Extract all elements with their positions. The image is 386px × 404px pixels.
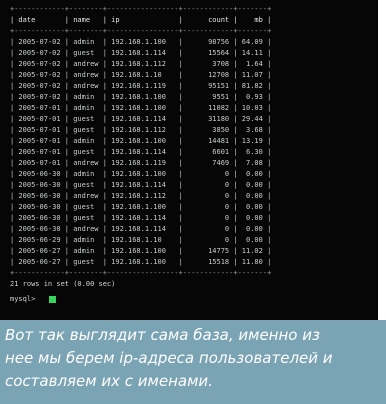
table-header-row: | date | name | ip | count | mb | <box>10 16 272 24</box>
table-row: | 2005-07-02 | guest | 192.168.1.114 | 1… <box>10 49 272 57</box>
table-row: | 2005-07-02 | admin | 192.168.1.100 | 9… <box>10 38 272 46</box>
table-ruler-bottom: +------------+--------+-----------------… <box>10 269 272 277</box>
caption-line: составляем их с именами. <box>5 372 213 390</box>
table-ruler-top: +------------+--------+-----------------… <box>10 5 272 13</box>
table-row: | 2005-06-29 | admin | 192.168.1.10 | 0 … <box>10 236 272 244</box>
terminal-window[interactable]: +------------+--------+-----------------… <box>0 0 378 320</box>
table-row: | 2005-07-02 | andrew | 192.168.1.112 | … <box>10 60 272 68</box>
cursor-icon <box>49 296 57 303</box>
table-row: | 2005-07-01 | guest | 192.168.1.114 | 6… <box>10 148 272 156</box>
table-row: | 2005-07-01 | guest | 192.168.1.114 | 3… <box>10 115 272 123</box>
page: +------------+--------+-----------------… <box>0 0 386 404</box>
table-row: | 2005-06-30 | andrew | 192.168.1.114 | … <box>10 225 272 233</box>
table-row: | 2005-07-02 | admin | 192.168.1.100 | 9… <box>10 93 272 101</box>
table-ruler-mid: +------------+--------+-----------------… <box>10 27 272 35</box>
table-row: | 2005-07-01 | guest | 192.168.1.112 | 3… <box>10 126 272 134</box>
command-prompt[interactable]: mysql> <box>10 294 370 305</box>
table-row: | 2005-06-30 | andrew | 192.168.1.112 | … <box>10 192 272 200</box>
prompt-label: mysql> <box>10 295 36 303</box>
table-row: | 2005-07-01 | admin | 192.168.1.100 | 1… <box>10 137 272 145</box>
table-row: | 2005-06-27 | admin | 192.168.1.100 | 1… <box>10 247 272 255</box>
table-body: | 2005-07-02 | admin | 192.168.1.100 | 9… <box>10 37 370 268</box>
query-status-text: 21 rows in set (0.00 sec) <box>10 280 116 288</box>
table-row: | 2005-06-30 | admin | 192.168.1.100 | 0… <box>10 170 272 178</box>
table-row: | 2005-07-01 | andrew | 192.168.1.119 | … <box>10 159 272 167</box>
photo-caption: Вот так выглядит сама база, именно из не… <box>0 320 386 404</box>
table-row: | 2005-07-02 | andrew | 192.168.1.10 | 1… <box>10 71 272 79</box>
table-row: | 2005-06-30 | guest | 192.168.1.100 | 0… <box>10 203 272 211</box>
table-row: | 2005-07-01 | admin | 192.168.1.100 | 1… <box>10 104 272 112</box>
caption-line: нее мы берем ip-адреса пользователей и <box>5 349 333 367</box>
table-row: | 2005-06-27 | guest | 192.168.1.100 | 1… <box>10 258 272 266</box>
caption-line: Вот так выглядит сама база, именно из <box>5 326 320 344</box>
table-row: | 2005-07-02 | andrew | 192.168.1.119 | … <box>10 82 272 90</box>
table-row: | 2005-06-30 | guest | 192.168.1.114 | 0… <box>10 214 272 222</box>
table-row: | 2005-06-30 | guest | 192.168.1.114 | 0… <box>10 181 272 189</box>
